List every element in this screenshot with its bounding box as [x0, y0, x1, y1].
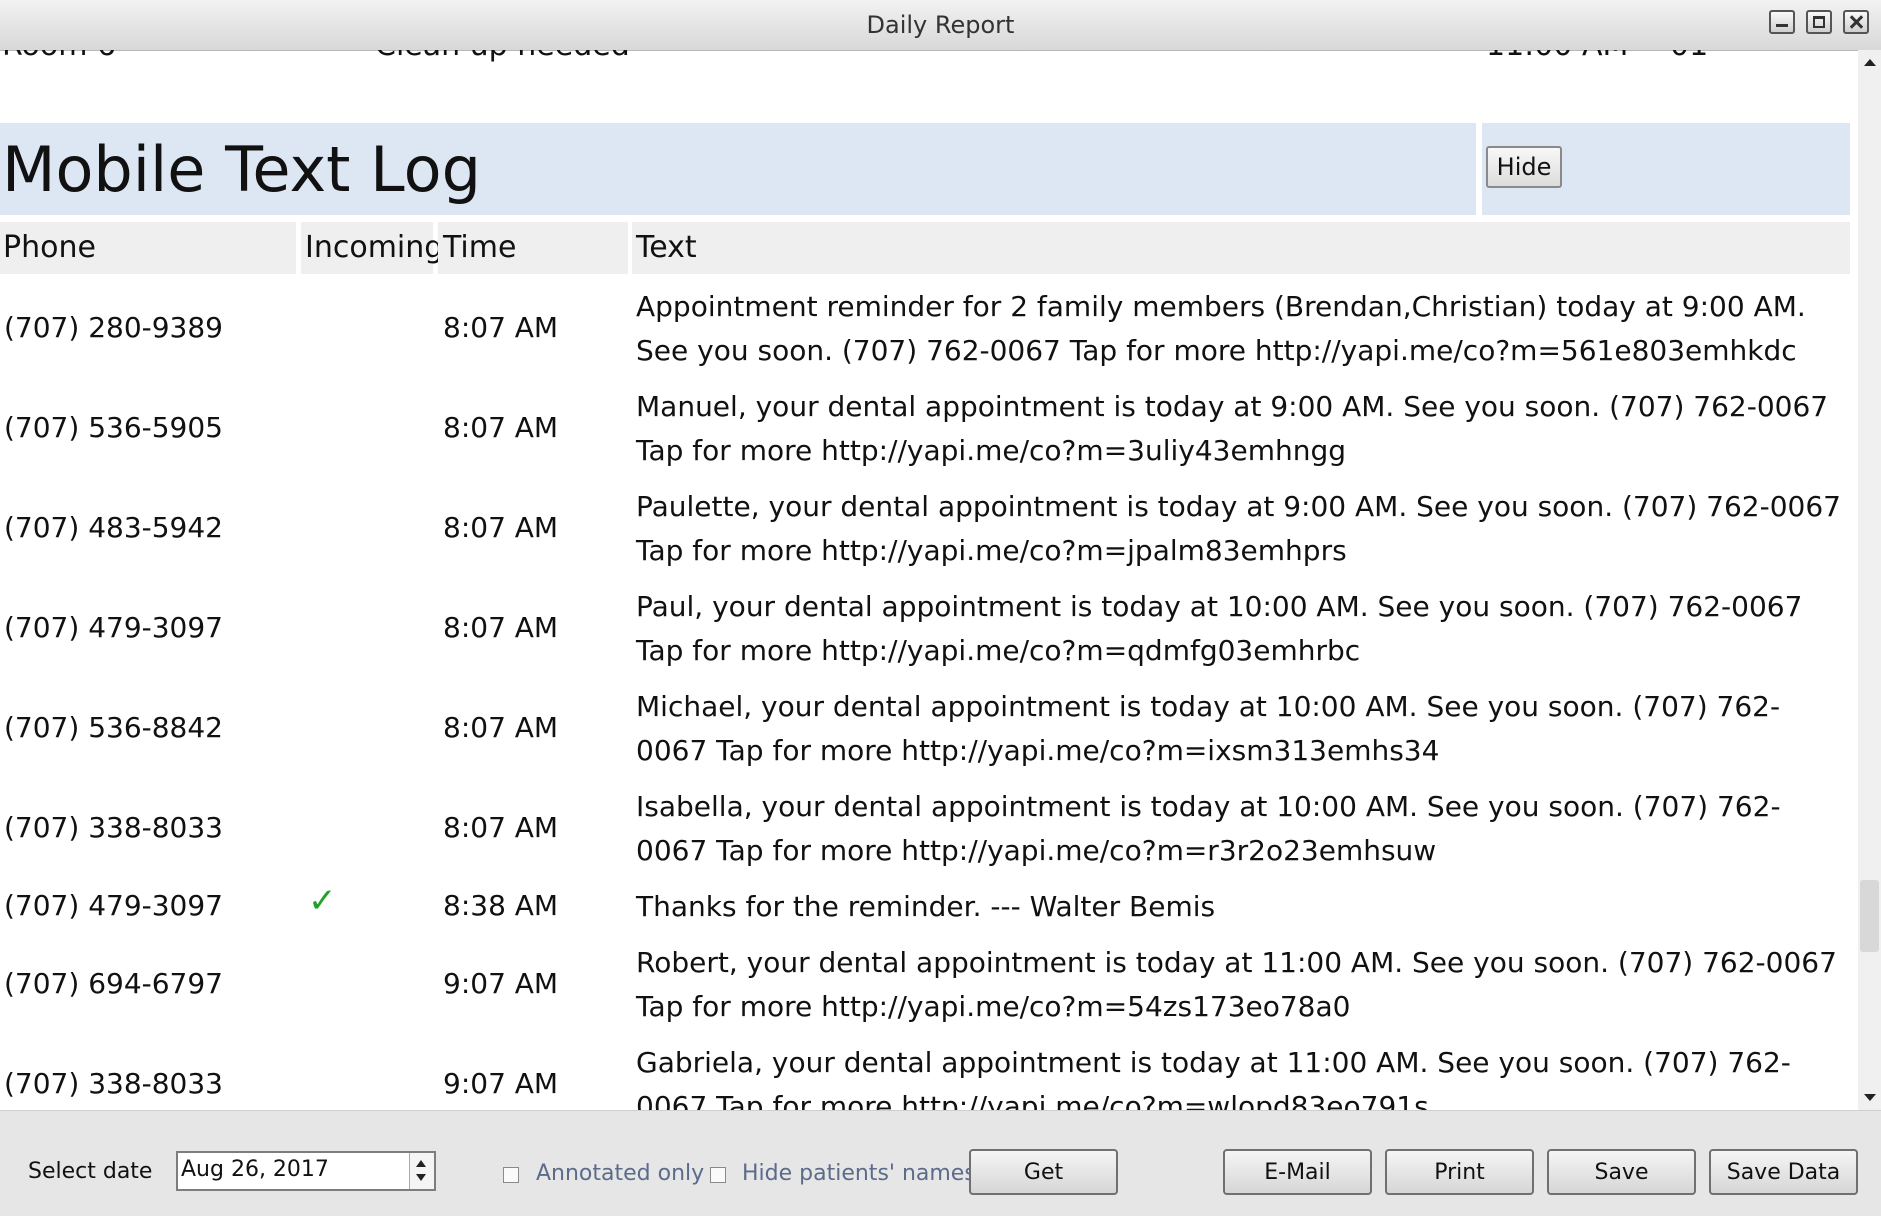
- scroll-up-icon[interactable]: [1858, 50, 1881, 74]
- room-note: Clean up needed: [375, 50, 630, 63]
- message-text-cell: Manuel, your dental appointment is today…: [636, 390, 1829, 467]
- scroll-down-icon[interactable]: [1858, 1086, 1881, 1110]
- scroll-thumb[interactable]: [1860, 880, 1879, 952]
- phone-cell: (707) 479-3097: [4, 611, 223, 644]
- section-title: Mobile Text Log: [2, 133, 481, 206]
- phone-cell: (707) 483-5942: [4, 511, 223, 544]
- select-date-label: Select date: [28, 1159, 153, 1184]
- hide-names-label: Hide patients' names: [742, 1161, 976, 1186]
- phone-cell: (707) 479-3097: [4, 889, 223, 922]
- mobile-text-log-header: Mobile Text Log: [0, 123, 1476, 215]
- message-text-cell: Michael, your dental appointment is toda…: [636, 690, 1781, 767]
- save-data-button[interactable]: Save Data: [1709, 1149, 1858, 1195]
- bottom-toolbar: Select date Aug 26, 2017 Annotated only …: [0, 1110, 1881, 1216]
- time-cell: 9:07 AM: [443, 1067, 559, 1100]
- time-cell: 8:07 AM: [443, 411, 559, 444]
- time-cell: 9:07 AM: [443, 967, 559, 1000]
- phone-cell: (707) 536-8842: [4, 711, 223, 744]
- table-row[interactable]: (707) 479-3097 8:07 AM Paul, your dental a…: [0, 579, 1858, 679]
- hide-names-checkbox[interactable]: [710, 1167, 726, 1183]
- time-cell: 8:07 AM: [443, 311, 559, 344]
- message-text-cell: Gabriela, your dental appointment is tod…: [636, 1046, 1791, 1110]
- room-name: Room 6: [2, 50, 116, 63]
- message-text-cell: Appointment reminder for 2 family member…: [636, 290, 1806, 367]
- hide-button[interactable]: Hide: [1486, 146, 1562, 188]
- partial-room-row: Room 6 Clean up needed 11:00 AM 01: [0, 50, 1858, 72]
- time-cell: 8:07 AM: [443, 611, 559, 644]
- column-header-text[interactable]: Text: [632, 222, 1850, 274]
- message-text-cell: Robert, your dental appointment is today…: [636, 946, 1837, 1023]
- time-cell: 8:38 AM: [443, 889, 559, 922]
- table-row[interactable]: (707) 479-3097 ✓ 8:38 AM Thanks for the rem…: [0, 879, 1858, 935]
- date-value: Aug 26, 2017: [181, 1157, 329, 1182]
- table-row[interactable]: (707) 338-8033 9:07 AM Gabriela, your dent…: [0, 1035, 1858, 1110]
- annotated-only-checkbox[interactable]: [503, 1167, 519, 1183]
- table-row[interactable]: (707) 536-8842 8:07 AM Michael, your denta…: [0, 679, 1858, 779]
- time-cell: 8:07 AM: [443, 711, 559, 744]
- phone-cell: (707) 338-8033: [4, 1067, 223, 1100]
- message-text-cell: Thanks for the reminder. --- Walter Bemi…: [636, 890, 1216, 923]
- annotated-only-label: Annotated only: [536, 1161, 705, 1186]
- message-text-cell: Isabella, your dental appointment is tod…: [636, 790, 1781, 867]
- get-button[interactable]: Get: [969, 1149, 1118, 1195]
- title-bar: Daily Report: [0, 0, 1881, 51]
- phone-cell: (707) 694-6797: [4, 967, 223, 1000]
- hide-cell: Hide: [1482, 123, 1850, 215]
- table-row[interactable]: (707) 483-5942 8:07 AM Paulette, your dent…: [0, 479, 1858, 579]
- message-text-cell: Paulette, your dental appointment is tod…: [636, 490, 1841, 567]
- table-row[interactable]: (707) 694-6797 9:07 AM Robert, your dental…: [0, 935, 1858, 1035]
- room-time: 11:00 AM: [1486, 50, 1628, 63]
- window-title: Daily Report: [866, 11, 1015, 39]
- message-text-cell: Paul, your dental appointment is today a…: [636, 590, 1803, 667]
- close-icon[interactable]: [1843, 10, 1869, 34]
- phone-cell: (707) 280-9389: [4, 311, 223, 344]
- column-header-phone[interactable]: Phone: [0, 222, 296, 274]
- print-button[interactable]: Print: [1385, 1149, 1534, 1195]
- vertical-scrollbar[interactable]: [1858, 50, 1881, 1110]
- email-button[interactable]: E-Mail: [1223, 1149, 1372, 1195]
- save-button[interactable]: Save: [1547, 1149, 1696, 1195]
- phone-cell: (707) 338-8033: [4, 811, 223, 844]
- column-header-incoming[interactable]: Incoming: [301, 222, 443, 274]
- minimize-icon[interactable]: [1769, 10, 1795, 34]
- maximize-icon[interactable]: [1806, 10, 1832, 34]
- table-row[interactable]: (707) 280-9389 8:07 AM Appointment reminde…: [0, 279, 1858, 379]
- column-header-time[interactable]: Time: [438, 222, 628, 274]
- table-row[interactable]: (707) 338-8033 8:07 AM Isabella, your dent…: [0, 779, 1858, 879]
- report-scroll-area[interactable]: Room 6 Clean up needed 11:00 AM 01 Mobil…: [0, 50, 1858, 1110]
- room-code: 01: [1670, 50, 1708, 63]
- time-cell: 8:07 AM: [443, 811, 559, 844]
- date-spinner-icon[interactable]: [409, 1153, 434, 1189]
- table-row[interactable]: (707) 536-5905 8:07 AM Manuel, your dental…: [0, 379, 1858, 479]
- incoming-check-icon: ✓: [308, 881, 337, 921]
- date-picker[interactable]: Aug 26, 2017: [176, 1151, 436, 1191]
- phone-cell: (707) 536-5905: [4, 411, 223, 444]
- time-cell: 8:07 AM: [443, 511, 559, 544]
